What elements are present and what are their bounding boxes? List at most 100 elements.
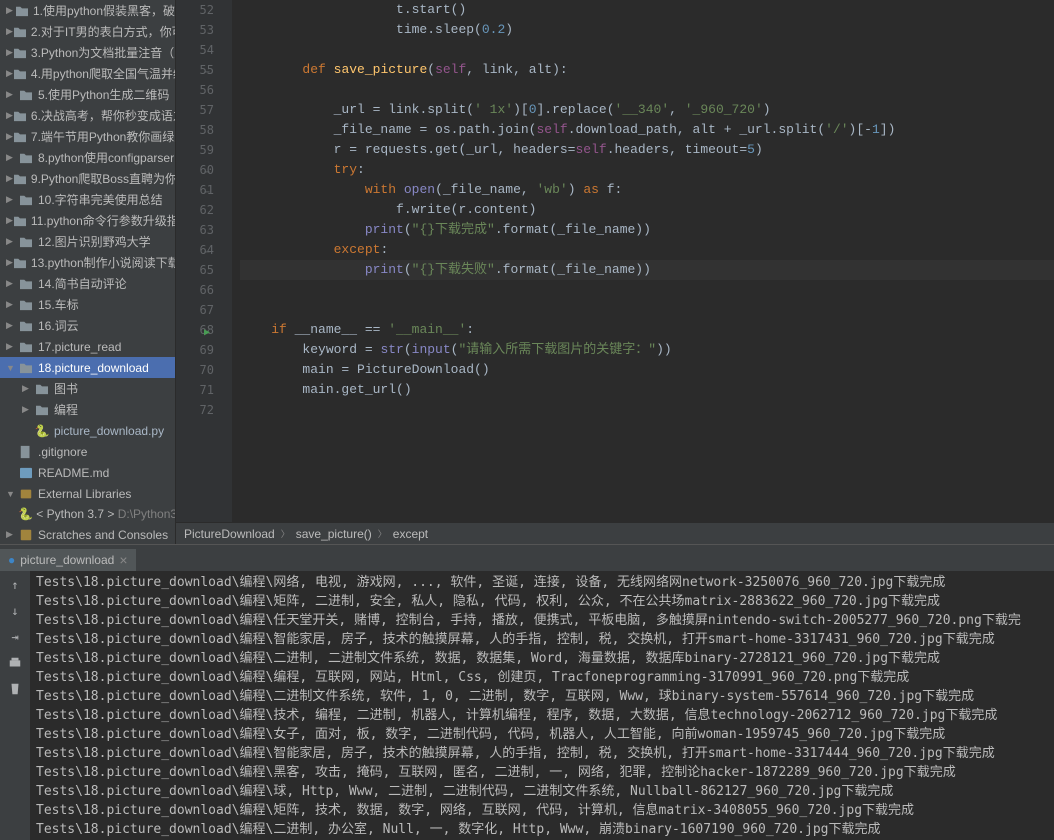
tree-item-18[interactable]: ▶图书 xyxy=(0,378,175,399)
code-line[interactable]: if __name__ == '__main__': xyxy=(240,320,1054,340)
folder-icon xyxy=(18,89,34,101)
chevron-icon: ▶ xyxy=(6,278,18,289)
breadcrumb-item[interactable]: except xyxy=(393,527,428,541)
gutter-line[interactable]: 66 xyxy=(176,280,214,300)
code-line[interactable]: keyword = str(input("请输入所需下载图片的关键字：")) xyxy=(240,340,1054,360)
tree-item-21[interactable]: .gitignore xyxy=(0,441,175,462)
scroll-up-icon[interactable]: ↑ xyxy=(7,577,23,593)
folder-icon xyxy=(13,26,27,38)
close-icon[interactable]: × xyxy=(119,552,127,568)
gutter-line[interactable]: 54 xyxy=(176,40,214,60)
gutter-line[interactable]: 71 xyxy=(176,380,214,400)
scroll-down-icon[interactable]: ↓ xyxy=(7,603,23,619)
scratches[interactable]: ▶ Scratches and Consoles xyxy=(0,524,175,544)
chevron-icon: ▶ xyxy=(6,257,13,268)
code-line[interactable]: time.sleep(0.2) xyxy=(240,20,1054,40)
tree-item-8[interactable]: ▶9.Python爬取Boss直聘为你 xyxy=(0,168,175,189)
gutter-line[interactable]: 60− xyxy=(176,160,214,180)
sdk-path: D:\Python3 xyxy=(118,507,176,521)
tree-item-5[interactable]: ▶6.决战高考，帮你秒变成语之 xyxy=(0,105,175,126)
code-line[interactable]: with open(_file_name, 'wb') as f: xyxy=(240,180,1054,200)
breadcrumb[interactable]: PictureDownload 〉 save_picture() 〉 excep… xyxy=(176,522,1054,544)
tree-item-15[interactable]: ▶16.词云 xyxy=(0,315,175,336)
tree-item-7[interactable]: ▶8.python使用configparser xyxy=(0,147,175,168)
sdk-entry[interactable]: 🐍 < Python 3.7 > D:\Python3 xyxy=(0,504,175,524)
code-line[interactable] xyxy=(240,300,1054,320)
gutter-line[interactable]: 67 xyxy=(176,300,214,320)
code-line[interactable] xyxy=(240,80,1054,100)
tree-item-17[interactable]: ▼18.picture_download xyxy=(0,357,175,378)
code-line[interactable]: print("{}下载失败".format(_file_name)) xyxy=(240,260,1054,280)
code-line[interactable]: t.start() xyxy=(240,0,1054,20)
code-line[interactable]: _file_name = os.path.join(self.download_… xyxy=(240,120,1054,140)
tree-item-3[interactable]: ▶4.用python爬取全国气温并绘 xyxy=(0,63,175,84)
gutter-line[interactable]: 52 xyxy=(176,0,214,20)
code-line[interactable]: try: xyxy=(240,160,1054,180)
tree-item-label: 编程 xyxy=(54,401,78,418)
gutter-line[interactable]: 59 xyxy=(176,140,214,160)
console-line: Tests\18.picture_download\编程\矩阵, 技术, 数据,… xyxy=(36,801,1048,820)
tree-item-9[interactable]: ▶10.字符串完美使用总结 xyxy=(0,189,175,210)
code-line[interactable]: except: xyxy=(240,240,1054,260)
tree-item-12[interactable]: ▶13.python制作小说阅读下载 xyxy=(0,252,175,273)
code-line[interactable] xyxy=(240,400,1054,420)
chevron-icon: ▶ xyxy=(6,26,13,37)
tree-item-13[interactable]: ▶ 14.简书自动评论 xyxy=(0,273,175,294)
gutter-line[interactable]: 62 xyxy=(176,200,214,220)
tree-item-4[interactable]: ▶5.使用Python生成二维码 xyxy=(0,84,175,105)
gutter-line[interactable]: 65 xyxy=(176,260,214,280)
code-line[interactable]: r = requests.get(_url, headers=self.head… xyxy=(240,140,1054,160)
gutter-line[interactable]: 69 xyxy=(176,340,214,360)
print-icon[interactable] xyxy=(7,655,23,671)
clear-icon[interactable] xyxy=(7,681,23,697)
gutter-line[interactable]: 53 xyxy=(176,20,214,40)
code-line[interactable]: print("{}下载完成".format(_file_name)) xyxy=(240,220,1054,240)
gutter-line[interactable]: 58 xyxy=(176,120,214,140)
chevron-icon: ▶ xyxy=(6,236,18,247)
tree-item-label: 14.简书自动评论 xyxy=(38,275,127,292)
tree-item-20[interactable]: 🐍picture_download.py xyxy=(0,420,175,441)
tree-item-2[interactable]: ▶3.Python为文档批量注音（生 xyxy=(0,42,175,63)
gutter-line[interactable]: 57 xyxy=(176,100,214,120)
gutter-line[interactable]: 55− xyxy=(176,60,214,80)
soft-wrap-icon[interactable]: ⇥ xyxy=(7,629,23,645)
code-line[interactable]: _url = link.split(' 1x')[0].replace('__3… xyxy=(240,100,1054,120)
code-area[interactable]: t.start() time.sleep(0.2) def save_pictu… xyxy=(232,0,1054,522)
code-line[interactable]: def save_picture(self, link, alt): xyxy=(240,60,1054,80)
tree-item-11[interactable]: ▶12.图片识别野鸡大学 xyxy=(0,231,175,252)
tree-item-14[interactable]: ▶15.车标 xyxy=(0,294,175,315)
gutter-line[interactable]: 63 xyxy=(176,220,214,240)
tree-item-19[interactable]: ▶编程 xyxy=(0,399,175,420)
gutter-line[interactable]: 64− xyxy=(176,240,214,260)
code-line[interactable] xyxy=(240,280,1054,300)
project-tree[interactable]: ▶1.使用python假装黑客，破▶2.对于IT男的表白方式，你可▶3.Pyth… xyxy=(0,0,176,544)
gutter-line[interactable]: 56 xyxy=(176,80,214,100)
gutter-line[interactable]: 68▶ xyxy=(176,320,214,340)
console-output[interactable]: Tests\18.picture_download\编程\网络, 电视, 游戏网… xyxy=(30,571,1054,840)
tree-item-10[interactable]: ▶11.python命令行参数升级指 xyxy=(0,210,175,231)
breadcrumb-item[interactable]: PictureDownload xyxy=(184,527,275,541)
tree-item-1[interactable]: ▶2.对于IT男的表白方式，你可 xyxy=(0,21,175,42)
breadcrumb-item[interactable]: save_picture() xyxy=(296,527,372,541)
editor[interactable]: 52535455−5657585960−61−626364−65666768▶6… xyxy=(176,0,1054,544)
code-line[interactable]: f.write(r.content) xyxy=(240,200,1054,220)
external-libraries[interactable]: ▼ External Libraries xyxy=(0,483,175,504)
chevron-icon: ▶ xyxy=(6,299,18,310)
gutter[interactable]: 52535455−5657585960−61−626364−65666768▶6… xyxy=(176,0,232,522)
code-line[interactable]: main.get_url() xyxy=(240,380,1054,400)
folder-icon xyxy=(18,152,34,164)
folder-icon xyxy=(18,194,34,206)
tree-item-0[interactable]: ▶1.使用python假装黑客，破 xyxy=(0,0,175,21)
tree-item-22[interactable]: README.md xyxy=(0,462,175,483)
tree-item-16[interactable]: ▶17.picture_read xyxy=(0,336,175,357)
gutter-line[interactable]: 72 xyxy=(176,400,214,420)
folder-icon xyxy=(34,404,50,416)
run-tab[interactable]: ● picture_download × xyxy=(0,549,136,571)
gutter-line[interactable]: 61− xyxy=(176,180,214,200)
gutter-line[interactable]: 70 xyxy=(176,360,214,380)
code-line[interactable]: main = PictureDownload() xyxy=(240,360,1054,380)
code-line[interactable] xyxy=(240,40,1054,60)
chevron-icon: ▶ xyxy=(6,173,13,184)
tree-item-6[interactable]: ▶7.端午节用Python教你画绿豆 xyxy=(0,126,175,147)
tree-item-label: 6.决战高考，帮你秒变成语之 xyxy=(31,107,176,124)
